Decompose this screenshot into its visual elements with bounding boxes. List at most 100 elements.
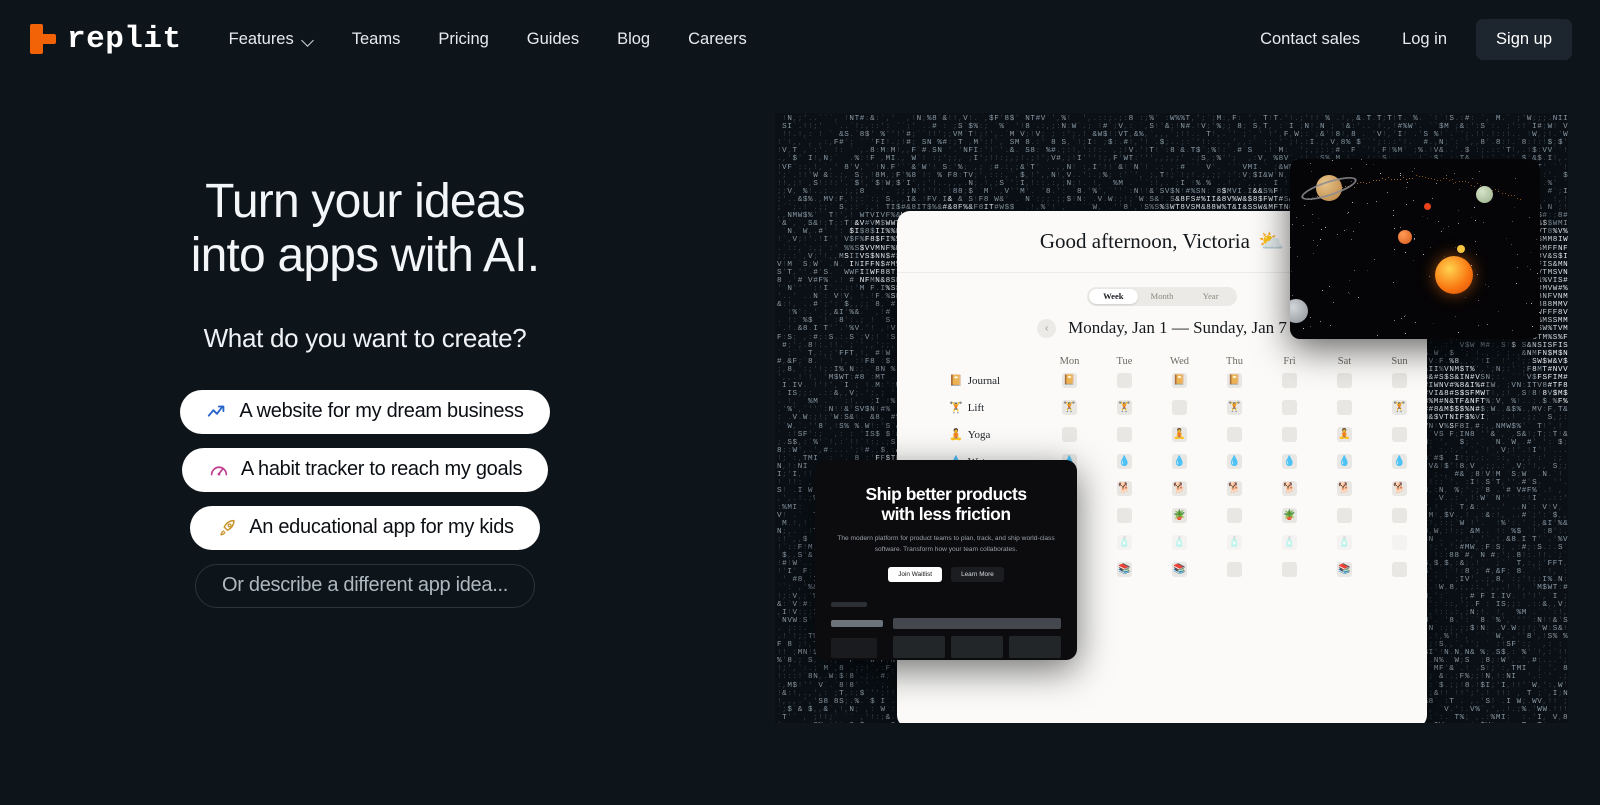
join-waitlist-button[interactable]: Join Waitlist [888,566,943,582]
habit-cell[interactable]: 💧 [1172,454,1187,469]
habit-cell[interactable] [1282,400,1297,415]
star [1353,269,1355,271]
asteroid [1378,180,1380,181]
habit-cell[interactable]: 🏋 [1117,400,1132,415]
tab-week[interactable]: Week [1089,289,1138,304]
habit-cell[interactable] [1117,427,1132,442]
nav-item-guides[interactable]: Guides [508,22,598,57]
habit-cell[interactable] [1392,535,1407,550]
habit-cell[interactable]: 💧 [1282,454,1297,469]
star [1442,228,1444,230]
prompt-educational-app[interactable]: An educational app for my kids [190,505,540,550]
prompt-label: A website for my dream business [239,400,524,422]
habit-cell[interactable] [1337,508,1352,523]
habit-cell[interactable] [1282,373,1297,388]
asteroid [1519,199,1521,200]
logo[interactable]: replit [30,22,182,57]
habit-cell[interactable]: 🐕 [1337,481,1352,496]
habit-cell[interactable]: 🧴 [1117,535,1132,550]
star [1459,189,1461,191]
nav-item-careers[interactable]: Careers [669,22,766,57]
primary-nav: Features Teams Pricing Guides Blog Caree… [210,22,766,57]
habit-cell[interactable]: 🧴 [1282,535,1297,550]
habit-cell[interactable]: 📔 [1172,373,1187,388]
star [1302,328,1304,330]
star [1309,317,1311,319]
page-title: Turn your ideas into apps with AI. [191,175,540,283]
habit-cell[interactable]: 📚 [1117,562,1132,577]
habit-cell[interactable] [1117,373,1132,388]
habit-cell[interactable] [1392,508,1407,523]
chevron-left-icon[interactable]: ‹ [1037,318,1057,338]
habit-cell[interactable]: 🧘 [1337,427,1352,442]
asteroid [1366,182,1368,184]
star [1407,181,1409,183]
habit-cell[interactable] [1062,427,1077,442]
asteroid [1467,182,1469,184]
habit-cell[interactable]: 📔 [1227,373,1242,388]
habit-cell[interactable]: 🏋 [1392,400,1407,415]
habit-cell[interactable]: 💧 [1392,454,1407,469]
habit-cell[interactable]: 🐕 [1172,481,1187,496]
habit-cell[interactable] [1337,373,1352,388]
habit-cell[interactable] [1392,373,1407,388]
habit-cell[interactable]: 📚 [1337,562,1352,577]
login-link[interactable]: Log in [1383,22,1466,57]
star [1302,225,1304,227]
habit-cell[interactable]: 🧴 [1172,535,1187,550]
habit-cell[interactable]: 🪴 [1282,508,1297,523]
nav-item-teams[interactable]: Teams [333,22,420,57]
star [1516,266,1518,268]
asteroid [1516,198,1518,200]
prompt-habit-tracker[interactable]: A habit tracker to reach my goals [181,447,549,492]
habit-cell[interactable] [1227,562,1242,577]
greeting-text: Good afternoon, Victoria [1039,229,1250,253]
star [1414,322,1416,324]
star [1400,175,1402,177]
ship-title-line-1: Ship better products [865,484,1027,504]
star [1536,239,1538,241]
nav-item-pricing[interactable]: Pricing [419,22,507,57]
habit-cell[interactable]: 🧴 [1227,535,1242,550]
habit-cell[interactable]: 🏋 [1227,400,1242,415]
habit-cell[interactable] [1337,400,1352,415]
nav-item-features[interactable]: Features [210,22,333,57]
habit-cell[interactable] [1282,427,1297,442]
habit-cell[interactable] [1392,427,1407,442]
habit-cell[interactable]: 🐕 [1282,481,1297,496]
habit-cell[interactable] [1227,508,1242,523]
asteroid [1375,179,1377,181]
prompt-custom-idea[interactable]: Or describe a different app idea... [195,563,535,608]
habit-cell[interactable]: 💧 [1337,454,1352,469]
signup-button[interactable]: Sign up [1476,18,1572,60]
habit-cell[interactable] [1227,427,1242,442]
habit-cell[interactable] [1172,400,1187,415]
habit-cell[interactable]: 🏋 [1062,400,1077,415]
habit-cell[interactable]: 🪴 [1172,508,1187,523]
habit-cell[interactable]: 🐕 [1392,481,1407,496]
asteroid [1415,175,1417,177]
habit-cell[interactable]: 🐕 [1227,481,1242,496]
prompt-website-business[interactable]: A website for my dream business [180,389,550,434]
star [1292,295,1294,297]
contact-sales-link[interactable]: Contact sales [1241,22,1379,57]
habit-cell[interactable]: 📚 [1172,562,1187,577]
habit-cell[interactable]: 📔 [1062,373,1077,388]
habit-cell[interactable]: 💧 [1227,454,1242,469]
habit-cell[interactable]: 🐕 [1117,481,1132,496]
ship-card-placeholder-graphics [815,598,1077,660]
star [1404,316,1406,318]
day-header-sun: Sun [1391,356,1408,367]
habit-cell[interactable] [1392,562,1407,577]
tab-year[interactable]: Year [1186,289,1235,304]
star [1400,172,1402,174]
nav-item-blog[interactable]: Blog [598,22,669,57]
habit-cell[interactable] [1282,562,1297,577]
tab-month[interactable]: Month [1138,289,1187,304]
learn-more-button[interactable]: Learn More [951,566,1004,582]
habit-cell[interactable] [1117,508,1132,523]
habit-cell[interactable]: 🧴 [1337,535,1352,550]
habit-cell[interactable]: 🧘 [1172,427,1187,442]
range-segmented-control: Week Month Year [1087,287,1237,306]
habit-cell[interactable]: 💧 [1117,454,1132,469]
